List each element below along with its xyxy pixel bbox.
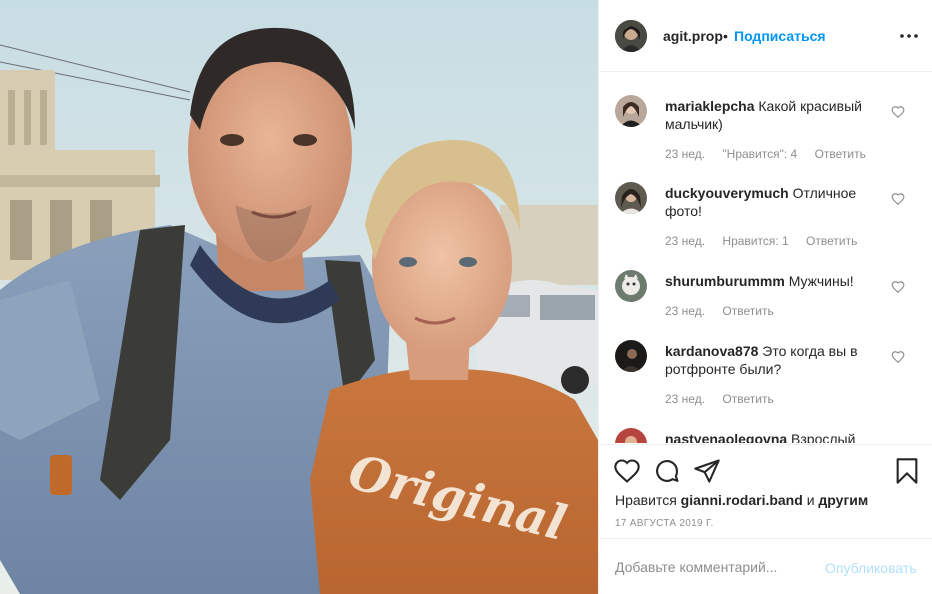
comment-meta: 23 нед. Нравится: 1 Ответить bbox=[665, 234, 871, 248]
comment-meta: 23 нед. Ответить bbox=[665, 304, 788, 318]
comment-meta: 23 нед. Ответить bbox=[665, 392, 788, 406]
post-header: agit.prop • Подписаться bbox=[599, 0, 932, 72]
heart-icon[interactable] bbox=[613, 457, 641, 485]
comment-likes[interactable]: "Нравится": 4 bbox=[722, 147, 797, 161]
avatar[interactable] bbox=[615, 270, 647, 302]
likes-summary: Нравится gianni.rodari.band и другим bbox=[615, 492, 868, 508]
man-eye bbox=[293, 134, 317, 146]
post-actions: Нравится gianni.rodari.band и другим 17 … bbox=[599, 444, 932, 538]
man-eye bbox=[220, 134, 244, 146]
post-date[interactable]: 17 АВГУСТА 2019 Г. bbox=[615, 518, 714, 529]
heart-icon[interactable] bbox=[891, 192, 905, 206]
likes-conj: и bbox=[806, 492, 815, 508]
comment-username[interactable]: nastyenaolegovna bbox=[665, 431, 787, 443]
comment-age[interactable]: 23 нед. bbox=[665, 147, 705, 161]
avatar[interactable] bbox=[615, 182, 647, 214]
avatar[interactable] bbox=[615, 20, 647, 52]
reply-button[interactable]: Ответить bbox=[815, 147, 866, 161]
reply-button[interactable]: Ответить bbox=[806, 234, 857, 248]
boy-eye bbox=[459, 257, 477, 267]
post-photo[interactable]: Original bbox=[0, 0, 598, 594]
comment-age[interactable]: 23 нед. bbox=[665, 392, 705, 406]
reply-button[interactable]: Ответить bbox=[722, 304, 773, 318]
post-sidebar: agit.prop • Подписаться mariaklepcha Как… bbox=[598, 0, 932, 594]
paper-plane-icon[interactable] bbox=[693, 457, 721, 485]
bookmark-icon[interactable] bbox=[893, 457, 921, 485]
add-comment-form: Опубликовать bbox=[599, 538, 932, 594]
publish-button[interactable]: Опубликовать bbox=[825, 560, 917, 576]
boy-eye bbox=[399, 257, 417, 267]
comment-bubble-icon[interactable] bbox=[653, 457, 681, 485]
liker-username[interactable]: gianni.rodari.band bbox=[681, 492, 803, 508]
heart-icon[interactable] bbox=[891, 280, 905, 294]
author-username[interactable]: agit.prop bbox=[663, 28, 723, 44]
comment-likes[interactable]: Нравится: 1 bbox=[722, 234, 788, 248]
comments-list[interactable]: mariaklepcha Какой красивый мальчик) 23 … bbox=[599, 73, 932, 443]
avatar[interactable] bbox=[615, 340, 647, 372]
avatar[interactable] bbox=[615, 428, 647, 443]
comment-username[interactable]: kardanova878 bbox=[665, 343, 758, 359]
comment-username[interactable]: duckyouverymuch bbox=[665, 185, 789, 201]
separator-dot: • bbox=[723, 28, 728, 44]
comment-username[interactable]: shurumburummm bbox=[665, 273, 785, 289]
selfie-photo-illustration: Original bbox=[0, 0, 598, 594]
comment-text: Взрослый bbox=[791, 431, 856, 443]
follow-button[interactable]: Подписаться bbox=[734, 28, 826, 44]
comment-age[interactable]: 23 нед. bbox=[665, 304, 705, 318]
avatar-image bbox=[615, 20, 647, 52]
avatar[interactable] bbox=[615, 95, 647, 127]
heart-icon[interactable] bbox=[891, 350, 905, 364]
comment-meta: 23 нед. "Нравится": 4 Ответить bbox=[665, 147, 880, 161]
likes-prefix: Нравится bbox=[615, 492, 677, 508]
comment-age[interactable]: 23 нед. bbox=[665, 234, 705, 248]
likes-others-link[interactable]: другим bbox=[818, 492, 868, 508]
comment-text: Мужчины! bbox=[788, 273, 854, 289]
comment-input[interactable] bbox=[615, 557, 825, 577]
backpack-buckle bbox=[50, 455, 72, 495]
more-horizontal-icon[interactable] bbox=[895, 22, 923, 50]
reply-button[interactable]: Ответить bbox=[722, 392, 773, 406]
heart-icon[interactable] bbox=[891, 105, 905, 119]
comment-username[interactable]: mariaklepcha bbox=[665, 98, 755, 114]
